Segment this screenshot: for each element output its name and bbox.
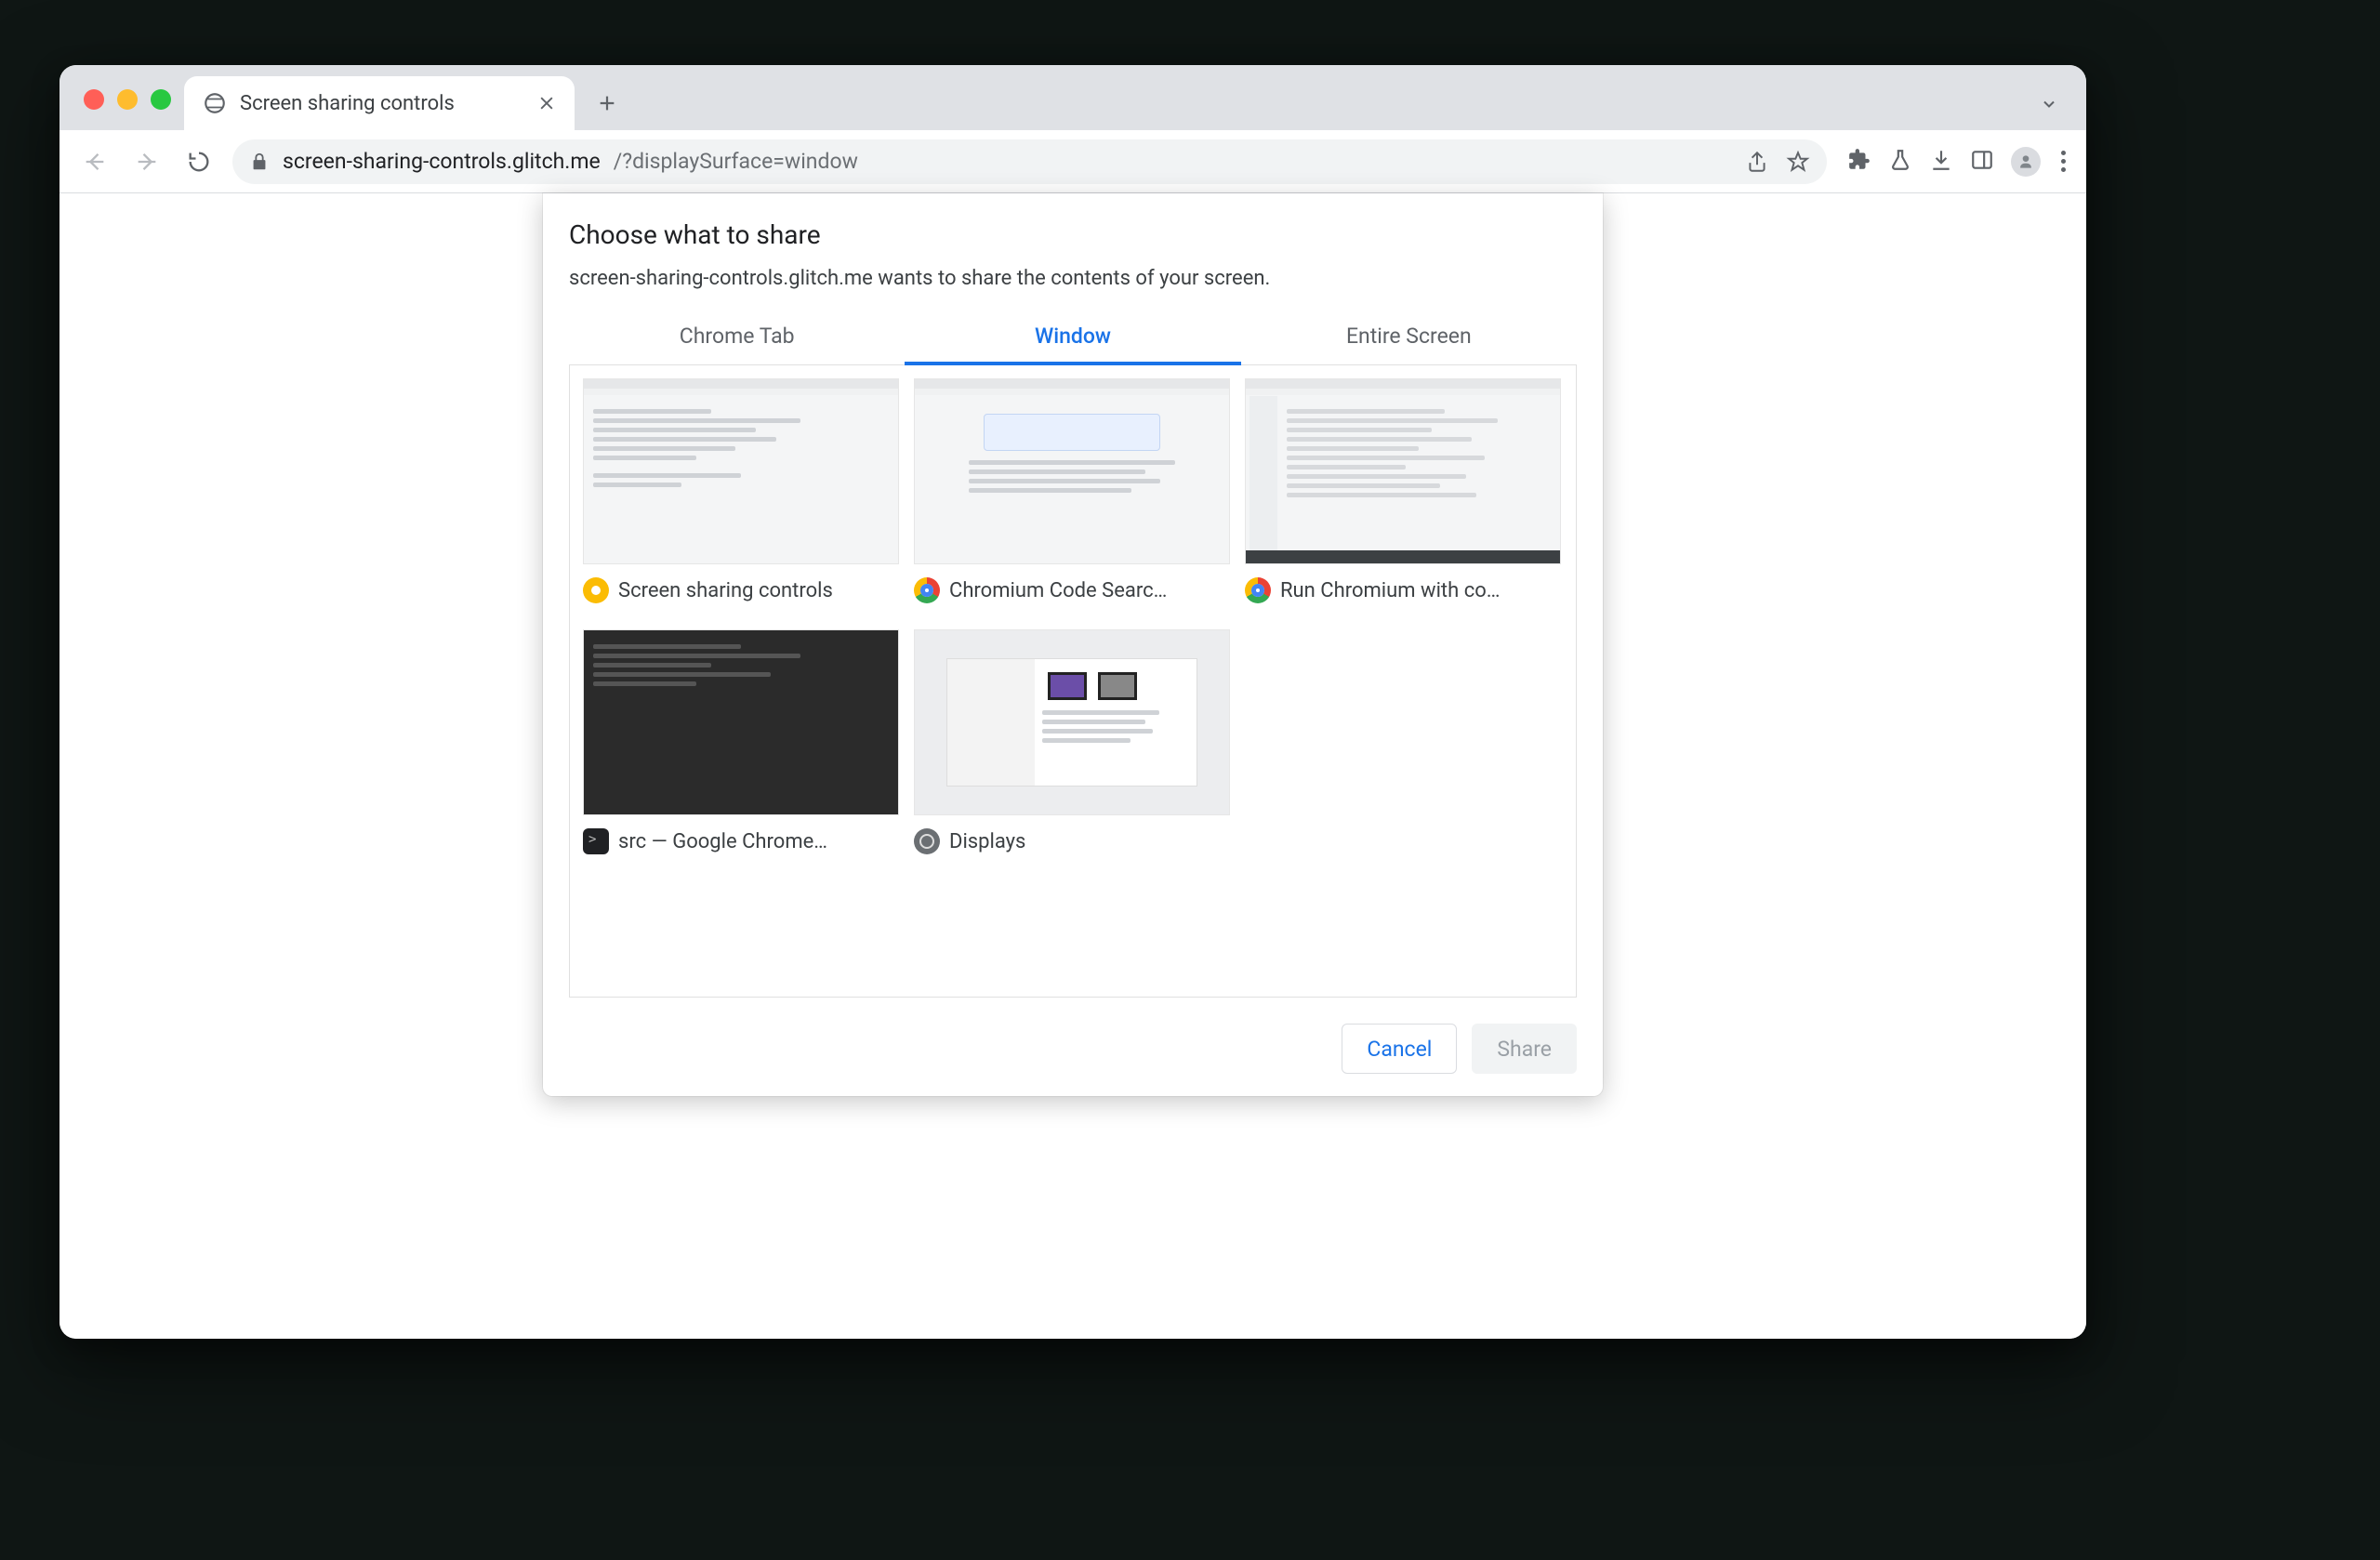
close-icon[interactable] (537, 94, 556, 112)
reload-button[interactable] (180, 143, 218, 180)
back-button[interactable] (76, 143, 113, 180)
window-grid: Screen sharing controls (583, 378, 1563, 854)
person-icon (2016, 152, 2035, 171)
tab-title: Screen sharing controls (240, 92, 455, 115)
window-minimize-button[interactable] (117, 89, 138, 110)
globe-icon (203, 91, 227, 115)
new-tab-button[interactable] (586, 82, 628, 125)
window-label: Run Chromium with co… (1280, 579, 1500, 602)
window-thumbnail (1245, 378, 1561, 564)
share-tab-entire-screen[interactable]: Entire Screen (1241, 311, 1577, 364)
tab-strip: Screen sharing controls (60, 65, 2086, 130)
dialog-subtitle: screen-sharing-controls.glitch.me wants … (569, 267, 1577, 290)
reload-icon (186, 149, 212, 175)
window-option[interactable]: Run Chromium with co… (1245, 378, 1561, 603)
window-label: Displays (949, 830, 1025, 853)
window-close-button[interactable] (84, 89, 104, 110)
page-content: Choose what to share screen-sharing-cont… (60, 193, 2086, 1339)
dialog-title: Choose what to share (569, 219, 1577, 250)
chrome-menu-button[interactable] (2057, 147, 2069, 176)
share-tab-chrome-tab[interactable]: Chrome Tab (569, 311, 905, 364)
omnibox-actions (1745, 150, 1810, 174)
window-option[interactable]: Screen sharing controls (583, 378, 899, 603)
downloads-button[interactable] (1929, 148, 1953, 176)
profile-button[interactable] (2011, 147, 2041, 177)
url-host: screen-sharing-controls.glitch.me (283, 149, 601, 174)
lock-icon (249, 152, 270, 172)
toolbar: screen-sharing-controls.glitch.me /?displ… (60, 130, 2086, 193)
window-thumbnail (914, 629, 1230, 815)
window-option[interactable]: Chromium Code Searc… (914, 378, 1230, 603)
window-option[interactable]: src — Google Chrome… (583, 629, 899, 854)
browser-tab[interactable]: Screen sharing controls (184, 76, 575, 130)
extensions-button[interactable] (1847, 148, 1871, 176)
browser-window: Screen sharing controls screen-sharing-c… (60, 65, 2086, 1339)
labs-button[interactable] (1888, 148, 1912, 176)
plus-icon (597, 93, 617, 113)
arrow-right-icon (134, 149, 160, 175)
share-button[interactable]: Share (1472, 1024, 1577, 1074)
window-thumbnail (914, 378, 1230, 564)
url-path: /?displaySurface=window (614, 149, 858, 174)
share-tab-window[interactable]: Window (905, 311, 1240, 365)
arrow-left-icon (82, 149, 108, 175)
window-thumbnail (583, 378, 899, 564)
app-icon-chrome (1245, 577, 1271, 603)
window-label: src — Google Chrome… (618, 830, 827, 853)
toolbar-right (1842, 147, 2069, 177)
window-thumbnail (583, 629, 899, 815)
dialog-buttons: Cancel Share (569, 1024, 1577, 1074)
window-label: Chromium Code Searc… (949, 579, 1167, 602)
screen-share-dialog: Choose what to share screen-sharing-cont… (543, 193, 1603, 1096)
app-icon-chrome (914, 577, 940, 603)
star-icon[interactable] (1786, 150, 1810, 174)
app-icon-terminal (583, 828, 609, 854)
share-page-icon[interactable] (1745, 150, 1769, 174)
tab-search-button[interactable] (2023, 95, 2075, 130)
side-panel-button[interactable] (1970, 148, 1994, 176)
app-icon-system-prefs (914, 828, 940, 854)
address-bar[interactable]: screen-sharing-controls.glitch.me /?displ… (232, 139, 1827, 184)
app-icon-chrome-canary (583, 577, 609, 603)
share-source-tabs: Chrome Tab Window Entire Screen (569, 311, 1577, 365)
window-option[interactable]: Displays (914, 629, 1230, 854)
forward-button[interactable] (128, 143, 165, 180)
window-controls (71, 89, 184, 130)
cancel-button[interactable]: Cancel (1342, 1024, 1457, 1074)
window-label: Screen sharing controls (618, 579, 833, 602)
window-zoom-button[interactable] (151, 89, 171, 110)
share-options-panel: Screen sharing controls (569, 365, 1577, 998)
chevron-down-icon (2040, 95, 2058, 113)
